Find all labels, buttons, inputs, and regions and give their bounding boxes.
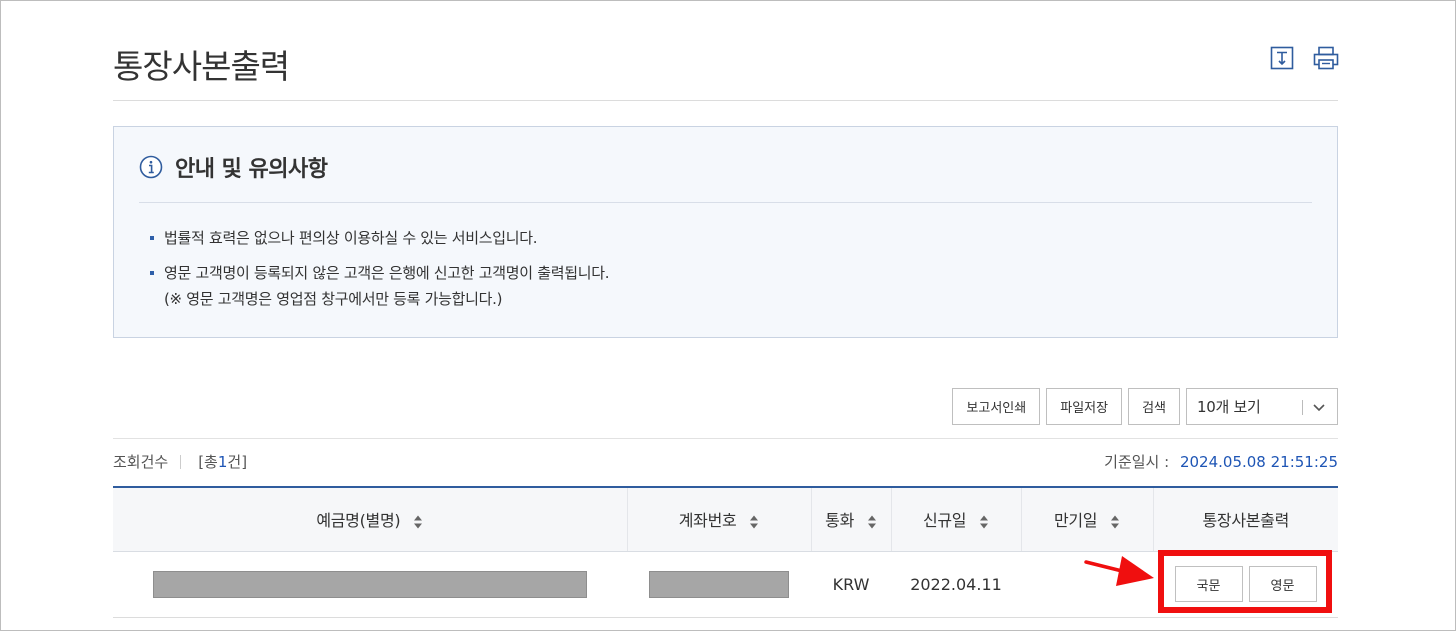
sort-icon[interactable]	[1110, 514, 1120, 530]
notice-item-text: 법률적 효력은 없으나 편의상 이용하실 수 있는 서비스입니다.	[164, 229, 538, 247]
cell-deposit-name	[113, 551, 627, 618]
asof-value: 2024.05.08 21:51:25	[1179, 453, 1338, 471]
info-icon	[139, 155, 163, 179]
column-header-maturity-date[interactable]: 만기일	[1020, 486, 1153, 552]
column-header-currency[interactable]: 통화	[810, 486, 891, 552]
print-report-button[interactable]: 보고서인쇄	[952, 388, 1041, 425]
sort-icon[interactable]	[413, 514, 423, 530]
cell-open-date: 2022.04.11	[891, 551, 1021, 618]
column-header-open-date[interactable]: 신규일	[890, 486, 1021, 552]
count-value: 1	[217, 452, 228, 471]
sort-icon[interactable]	[979, 514, 989, 530]
notice-divider	[139, 202, 1312, 203]
notice-list: 법률적 효력은 없으나 편의상 이용하실 수 있는 서비스입니다. 영문 고객명…	[149, 225, 610, 321]
sort-icon[interactable]	[867, 514, 877, 530]
annotation-arrow-icon	[1084, 556, 1154, 586]
download-icon[interactable]	[1269, 45, 1295, 71]
count-prefix: [총	[198, 453, 218, 471]
notice-title: 안내 및 유의사항	[175, 157, 328, 182]
asof-label: 기준일시 :	[1104, 453, 1170, 471]
cell-currency: KRW	[811, 551, 891, 618]
sort-icon[interactable]	[749, 514, 759, 530]
redacted-deposit-name	[153, 570, 587, 598]
page-title: 통장사본출력	[113, 47, 290, 86]
title-divider	[113, 100, 1338, 101]
table-toolbar: 보고서인쇄 파일저장 검색 10개 보기	[952, 388, 1338, 425]
page-size-value: 10개 보기	[1197, 398, 1261, 416]
result-count: 조회건수 [총 1 건]	[113, 451, 247, 472]
notice-item: 법률적 효력은 없으나 편의상 이용하실 수 있는 서비스입니다.	[149, 225, 609, 251]
top-icon-bar	[1269, 45, 1339, 71]
notice-box: 안내 및 유의사항 법률적 효력은 없으나 편의상 이용하실 수 있는 서비스입…	[113, 126, 1338, 338]
column-header-account-number[interactable]: 계좌번호	[626, 486, 811, 552]
page-size-select[interactable]: 10개 보기	[1186, 388, 1338, 425]
select-divider	[1302, 400, 1303, 415]
table-header-row: 예금명(별명) 계좌번호 통화 신규일 만기일 통장사본출력	[113, 486, 1338, 552]
annotation-highlight-box	[1158, 550, 1332, 613]
print-icon[interactable]	[1313, 45, 1339, 71]
save-file-button[interactable]: 파일저장	[1046, 388, 1123, 425]
chevron-down-icon	[1313, 404, 1325, 412]
count-suffix: 건]	[227, 453, 248, 471]
cell-account-number	[627, 551, 811, 618]
toolbar-divider	[113, 438, 1338, 439]
notice-item-subtext: (※ 영문 고객명은 영업점 창구에서만 등록 가능합니다.)	[164, 290, 503, 308]
search-button[interactable]: 검색	[1128, 388, 1180, 425]
column-header-passbook-print: 통장사본출력	[1152, 486, 1338, 552]
notice-item-text: 영문 고객명이 등록되지 않은 고객은 은행에 신고한 고객명이 출력됩니다.	[164, 264, 610, 282]
redacted-account-number	[649, 570, 789, 598]
column-header-deposit-name[interactable]: 예금명(별명)	[113, 486, 627, 552]
as-of-datetime: 기준일시 : 2024.05.08 21:51:25	[1104, 451, 1338, 472]
count-label: 조회건수	[113, 453, 169, 471]
count-separator	[180, 454, 182, 469]
notice-item: 영문 고객명이 등록되지 않은 고객은 은행에 신고한 고객명이 출력됩니다. …	[149, 260, 610, 312]
notice-header: 안내 및 유의사항	[139, 151, 328, 183]
